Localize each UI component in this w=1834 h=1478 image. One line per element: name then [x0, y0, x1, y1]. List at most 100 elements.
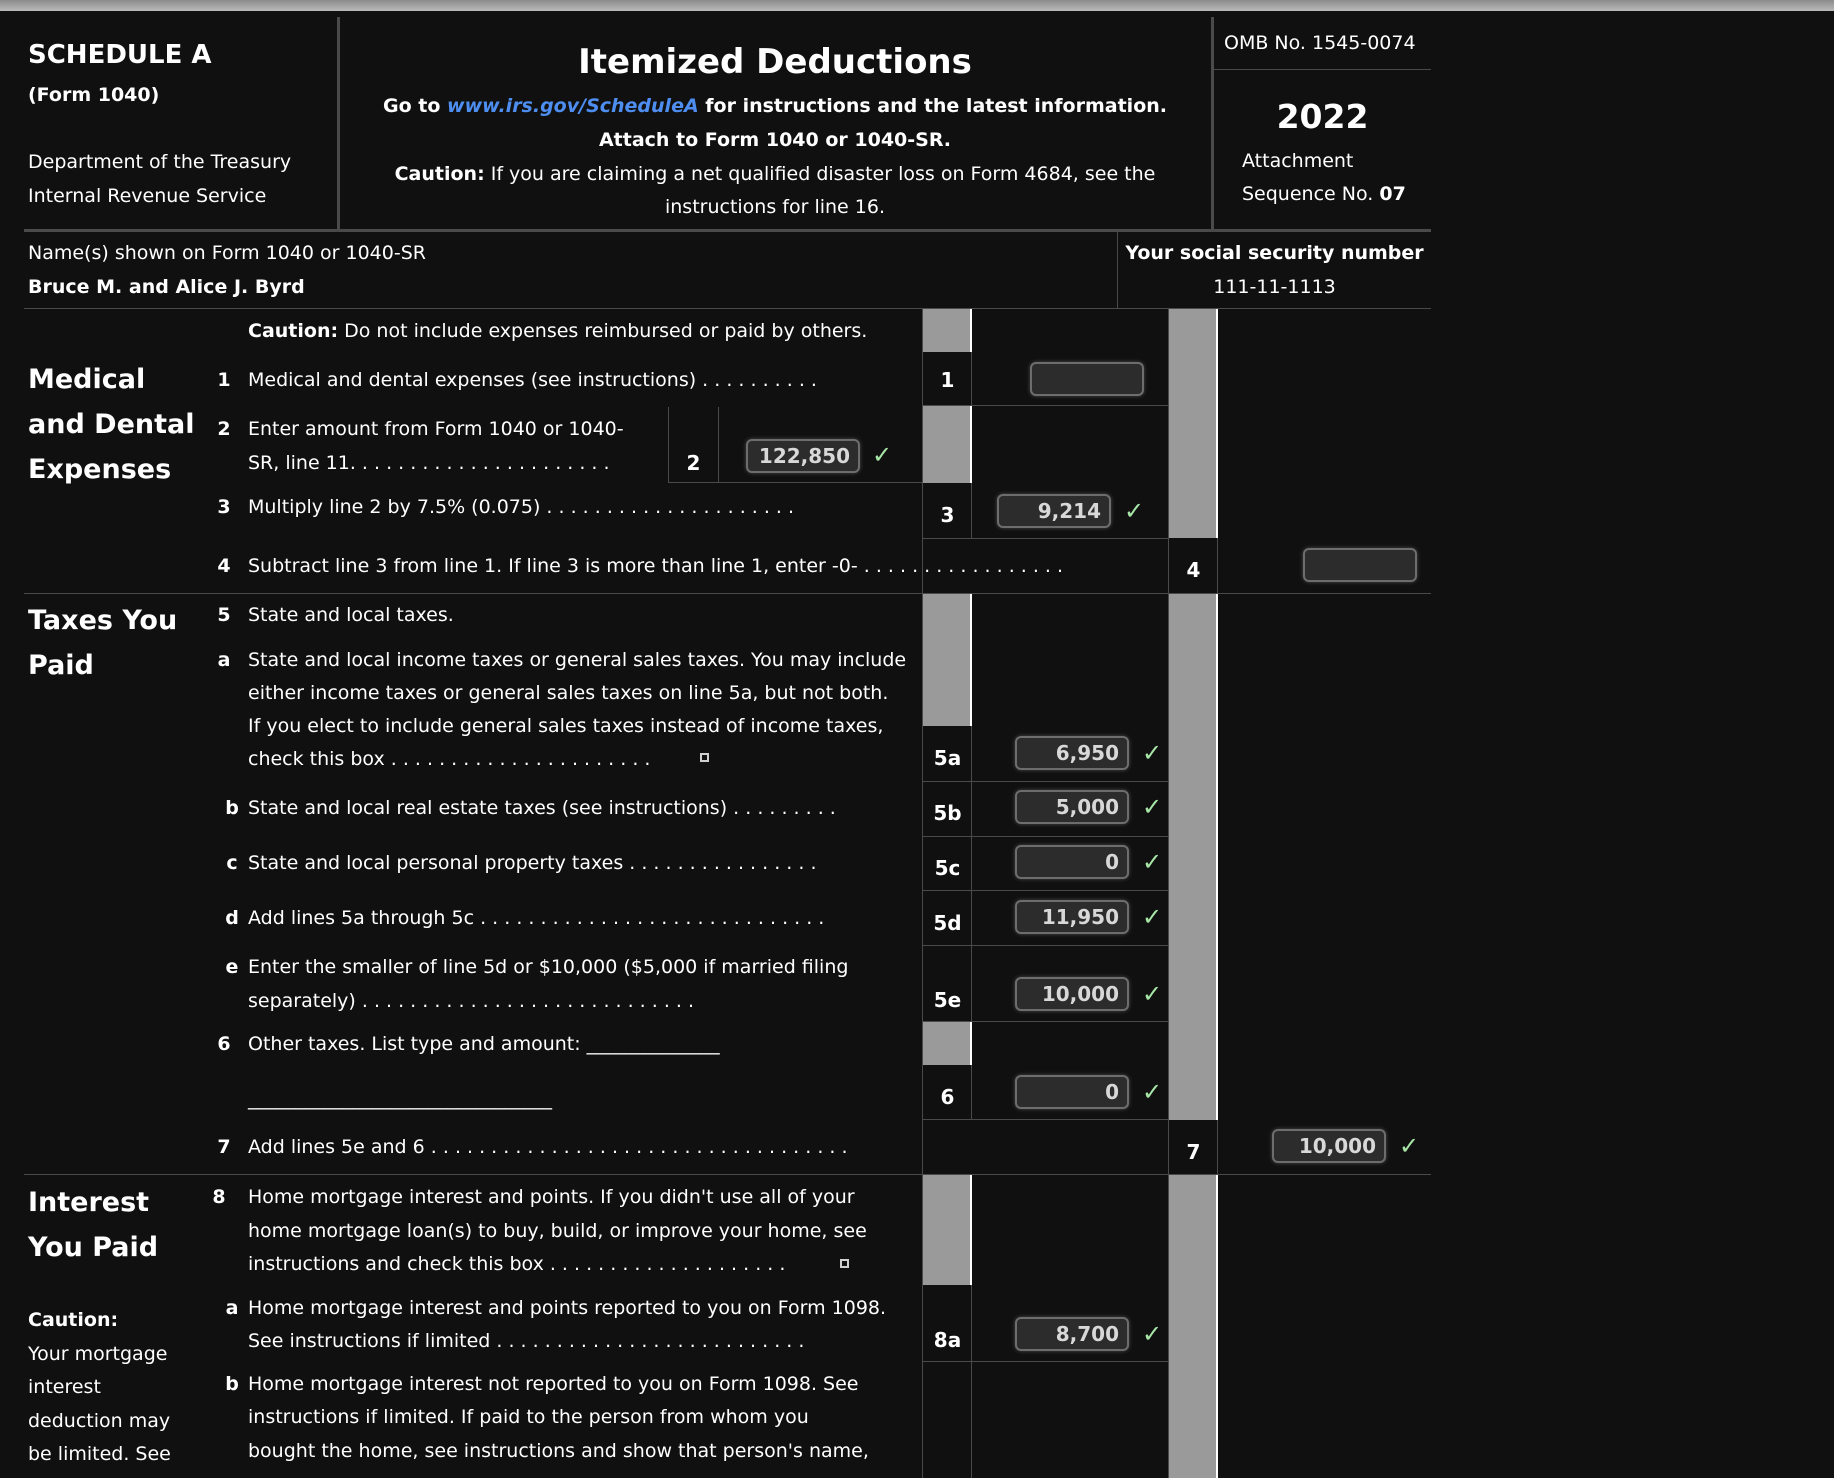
mortgage-use-checkbox[interactable] [840, 1259, 849, 1268]
disaster-caution: Caution: If you are claiming a net quali… [340, 157, 1210, 191]
line-letter: d [225, 907, 239, 929]
check-icon: ✓ [1142, 848, 1163, 876]
line-letter: b [225, 1373, 239, 1395]
grid-line [922, 1361, 1169, 1362]
line1-amount-input[interactable] [1030, 362, 1144, 396]
check-icon: ✓ [872, 441, 893, 469]
line5a-label-1: State and local income taxes or general … [248, 649, 907, 671]
interest-caution-text: Your mortgage [28, 1343, 168, 1365]
caution-text: If you are claiming a net qualified disa… [484, 163, 1156, 185]
header-bottom-rule [24, 229, 1431, 232]
line5b-label: State and local real estate taxes (see i… [248, 797, 836, 819]
line5a-label-2: either income taxes or general sales tax… [248, 682, 889, 704]
line2-label-1: Enter amount from Form 1040 or 1040- [248, 418, 624, 440]
line-letter: a [225, 1297, 239, 1319]
line6-amount-input[interactable]: 0 [1015, 1075, 1129, 1109]
interest-caution-label: Caution: [28, 1309, 119, 1331]
grid-line [922, 538, 1169, 539]
check-icon: ✓ [1142, 793, 1163, 821]
line-letter: a [217, 649, 231, 671]
schedule-title: SCHEDULE A [28, 40, 212, 70]
line8-label-1: Home mortgage interest and points. If yo… [248, 1186, 855, 1208]
grid-line [922, 945, 1169, 946]
omb-number: OMB No. 1545-0074 [1224, 32, 1416, 54]
box-number: 1 [940, 368, 955, 392]
line-number: 1 [217, 369, 231, 391]
grid-line [922, 1119, 1169, 1120]
line6-label: Other taxes. List type and amount: _____… [248, 1033, 720, 1055]
grid-line [718, 407, 719, 483]
line5d-amount-input[interactable]: 11,950 [1015, 900, 1129, 934]
box-number: 5c [934, 856, 961, 880]
department: Department of the Treasury [28, 151, 292, 173]
interest-caution-text: be limited. See [28, 1443, 171, 1465]
sequence-label: Sequence No. [1242, 183, 1380, 205]
attachment-label: Attachment [1242, 150, 1354, 172]
line5a-amount-input[interactable]: 6,950 [1015, 736, 1129, 770]
sales-tax-checkbox[interactable] [700, 753, 709, 762]
line1-label: Medical and dental expenses (see instruc… [248, 369, 817, 391]
line8b-label-2: instructions if limited. If paid to the … [248, 1406, 809, 1428]
line2-amount-input[interactable]: 122,850 [746, 439, 860, 473]
line5d-label: Add lines 5a through 5c . . . . . . . . … [248, 907, 825, 929]
sequence-number: Sequence No. 07 [1242, 177, 1406, 211]
line5e-label-1: Enter the smaller of line 5d or $10,000 … [248, 956, 849, 978]
sequence-value: 07 [1379, 183, 1406, 205]
shaded-cell [1169, 1175, 1218, 1478]
interest-caution-text: interest [28, 1376, 101, 1398]
box-number: 5d [933, 911, 962, 935]
names-bottom-rule [24, 308, 1431, 309]
line3-label: Multiply line 2 by 7.5% (0.075) . . . . … [248, 496, 795, 518]
shaded-cell [1169, 594, 1218, 1120]
line-number: 8 [212, 1186, 226, 1208]
section-rule [24, 593, 1431, 594]
shaded-cell [923, 406, 972, 483]
box-number: 7 [1186, 1140, 1201, 1164]
line8a-amount-input[interactable]: 8,700 [1015, 1317, 1129, 1351]
section-title-medical-2: and Dental [28, 409, 195, 440]
ssn-label: Your social security number [1125, 242, 1424, 264]
box-number: 8a [933, 1328, 962, 1352]
line2-label-2: SR, line 11. . . . . . . . . . . . . . .… [248, 452, 610, 474]
line3-amount-input[interactable]: 9,214 [997, 494, 1111, 528]
grid-line [922, 1021, 1169, 1022]
service: Internal Revenue Service [28, 185, 267, 207]
caution-label: Caution: [248, 320, 339, 342]
box-number: 5b [933, 801, 962, 825]
check-icon: ✓ [1142, 739, 1163, 767]
check-icon: ✓ [1142, 1320, 1163, 1348]
goto-instructions: Go to www.irs.gov/ScheduleA for instruct… [340, 89, 1210, 123]
line-number: 3 [217, 496, 231, 518]
check-icon: ✓ [1142, 903, 1163, 931]
shaded-cell [923, 1175, 972, 1285]
line-number: 2 [217, 418, 231, 440]
form-title: Itemized Deductions [578, 42, 972, 82]
line-number: 5 [217, 604, 231, 626]
line8b-label-1: Home mortgage interest not reported to y… [248, 1373, 859, 1395]
line-number: 4 [217, 555, 231, 577]
shaded-cell [923, 1022, 972, 1065]
grid-line [922, 890, 1169, 891]
irs-link[interactable]: www.irs.gov/ScheduleA [447, 95, 699, 117]
omb-divider [1214, 69, 1431, 70]
window-top-bar [0, 0, 1834, 11]
grid-line [922, 781, 1169, 782]
line7-amount-input[interactable]: 10,000 [1272, 1129, 1386, 1163]
caution-text: Do not include expenses reimbursed or pa… [338, 320, 868, 342]
line8-label-3: instructions and check this box . . . . … [248, 1253, 786, 1275]
line5e-amount-input[interactable]: 10,000 [1015, 977, 1129, 1011]
section-rule [24, 1174, 1431, 1175]
line4-amount-input[interactable] [1303, 548, 1417, 582]
line5c-amount-input[interactable]: 0 [1015, 845, 1129, 879]
ssn-value: 111-11-1113 [1213, 276, 1336, 298]
line5b-amount-input[interactable]: 5,000 [1015, 790, 1129, 824]
grid-line [922, 405, 1169, 406]
form-number: (Form 1040) [28, 84, 160, 106]
taxpayer-names: Bruce M. and Alice J. Byrd [28, 276, 305, 298]
disaster-caution-cont: instructions for line 16. [664, 196, 885, 218]
check-icon: ✓ [1124, 497, 1145, 525]
line6-blank-input[interactable]: ________________________________ [248, 1082, 552, 1116]
section-title-interest-2: You Paid [28, 1232, 159, 1263]
caution-label: Caution: [394, 163, 485, 185]
box-number: 2 [686, 451, 701, 475]
